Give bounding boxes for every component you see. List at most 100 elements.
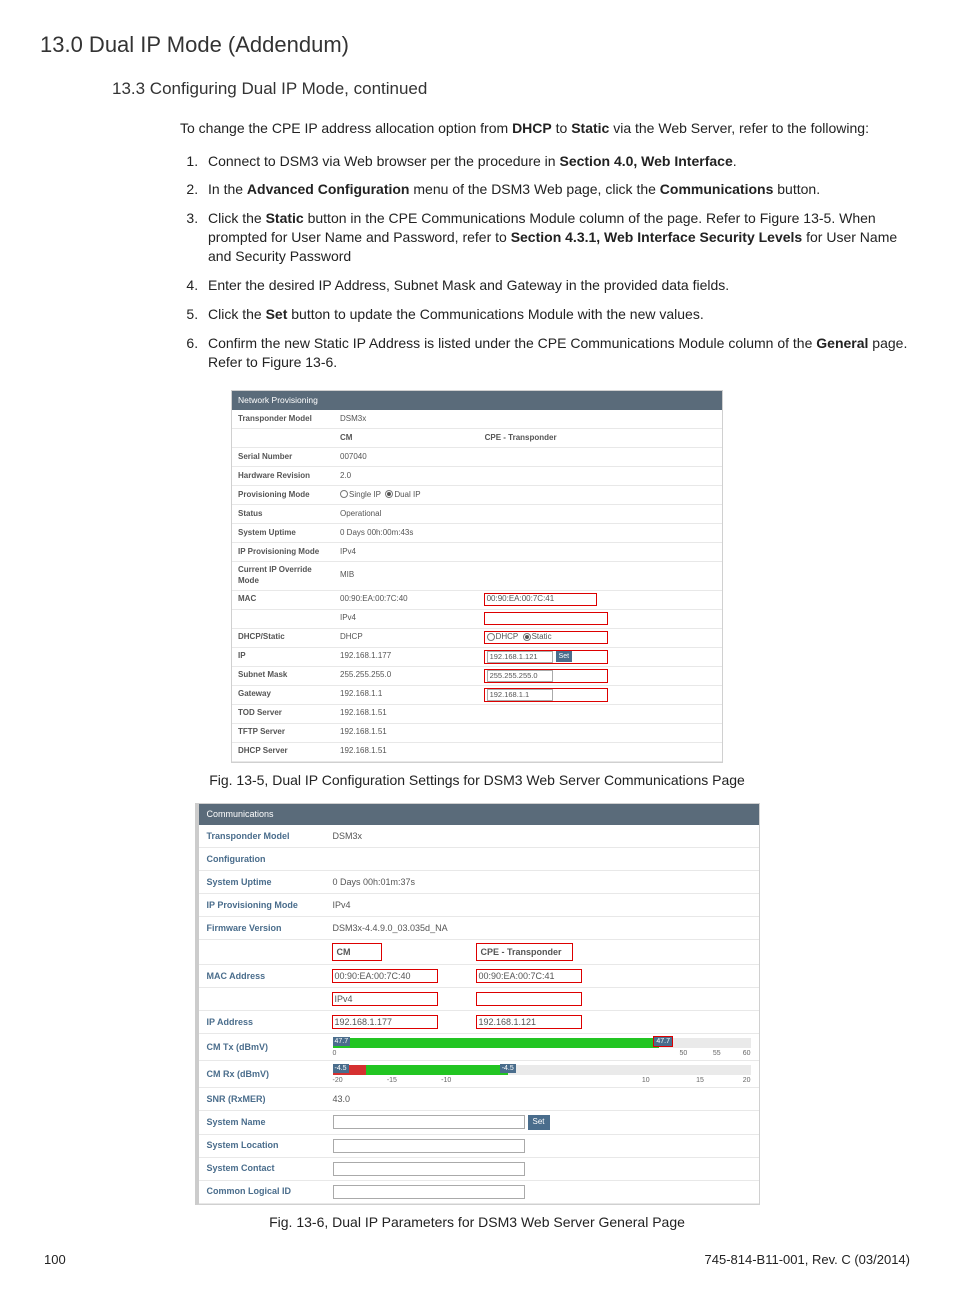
- row-label: DHCP Server: [232, 742, 334, 761]
- highlight-box: 192.168.1.121: [477, 1016, 581, 1028]
- t: button to update the Communications Modu…: [287, 306, 703, 322]
- t: .: [733, 153, 737, 169]
- tick: -15: [387, 1076, 397, 1085]
- row-label: DHCP/Static: [232, 628, 334, 647]
- radio-icon[interactable]: [385, 490, 393, 498]
- row-label: MAC: [232, 590, 334, 609]
- system-location-input[interactable]: [333, 1139, 525, 1153]
- highlight-box: 00:90:EA:00:7C:41: [477, 970, 581, 982]
- t: Static: [266, 210, 304, 226]
- t: button.: [773, 181, 820, 197]
- tx-bar: 47.7 47.7 0 50 55 60: [333, 1038, 751, 1056]
- row-label: Transponder Model: [199, 825, 325, 848]
- cell: 192.168.1.51: [334, 742, 722, 761]
- cell: 00:90:EA:00:7C:41: [487, 594, 595, 603]
- t: to: [552, 120, 571, 136]
- cell: Operational: [334, 505, 722, 524]
- cell: IPv4: [334, 609, 479, 628]
- t: To change the CPE IP address allocation …: [180, 120, 512, 136]
- cell: 0 Days 00h:00m:43s: [334, 524, 722, 543]
- cell: DHCP: [334, 628, 479, 647]
- t: Section 4.0, Web Interface: [559, 153, 732, 169]
- page-footer: 100 745-814-B11-001, Rev. C (03/2014): [40, 1251, 914, 1269]
- tick: -20: [333, 1076, 343, 1085]
- gateway-input[interactable]: 192.168.1.1: [487, 689, 553, 701]
- bar-value: -4.5: [333, 1064, 349, 1073]
- step-4: Enter the desired IP Address, Subnet Mas…: [202, 276, 914, 295]
- t: Static: [571, 120, 609, 136]
- set-button[interactable]: Set: [528, 1115, 550, 1130]
- radio-icon[interactable]: [523, 633, 531, 641]
- cell: 00:90:EA:00:7C:40: [335, 971, 411, 981]
- tick: 50: [679, 1049, 687, 1058]
- cell: 192.168.1.177: [335, 1017, 393, 1027]
- cell: IPv4: [334, 543, 722, 562]
- step-6: Confirm the new Static IP Address is lis…: [202, 334, 914, 372]
- t: In the: [208, 181, 247, 197]
- radio-icon[interactable]: [340, 490, 348, 498]
- row-label: Subnet Mask: [232, 666, 334, 685]
- cell: 2.0: [334, 467, 722, 486]
- row-label: IP Provisioning Mode: [232, 543, 334, 562]
- opt: Static: [532, 632, 552, 641]
- row-label: TOD Server: [232, 704, 334, 723]
- t: Section 4.3.1, Web Interface Security Le…: [511, 229, 803, 245]
- row-label: IP: [232, 647, 334, 666]
- row-label: Serial Number: [232, 448, 334, 467]
- page-number: 100: [44, 1251, 66, 1269]
- col-header: CPE - Transponder: [479, 429, 722, 448]
- highlight-box: [485, 613, 607, 624]
- opt: DHCP: [496, 632, 519, 641]
- set-button[interactable]: Set: [556, 651, 573, 662]
- row-label: IP Address: [199, 1010, 325, 1033]
- highlight-box: 192.168.1.1: [485, 689, 607, 701]
- row-label: TFTP Server: [232, 723, 334, 742]
- row-label: IP Provisioning Mode: [199, 893, 325, 916]
- t: Connect to DSM3 via Web browser per the …: [208, 153, 559, 169]
- cell: 43.0: [325, 1087, 759, 1110]
- t: Communications: [660, 181, 774, 197]
- t: DHCP: [512, 120, 552, 136]
- section-title: 13.3 Configuring Dual IP Mode, continued: [112, 78, 914, 101]
- row-label: Gateway: [232, 685, 334, 704]
- row-label: Current IP Override Mode: [232, 562, 334, 591]
- col-header: CM: [334, 429, 479, 448]
- figure-13-5-panel: Network Provisioning Transponder ModelDS…: [231, 390, 723, 763]
- row-label: Transponder Model: [232, 410, 334, 429]
- cell: IPv4: [335, 994, 353, 1004]
- highlight-box: CM: [333, 944, 381, 960]
- highlight-box: 00:90:EA:00:7C:40: [333, 970, 437, 982]
- t: Advanced Configuration: [247, 181, 410, 197]
- opt: Dual IP: [394, 490, 420, 499]
- panel-header: Communications: [199, 804, 759, 824]
- row-label: Hardware Revision: [232, 467, 334, 486]
- cell: 192.168.1.177: [334, 647, 479, 666]
- highlight-box: 00:90:EA:00:7C:41: [485, 594, 597, 605]
- t: Click the: [208, 210, 266, 226]
- radio-icon[interactable]: [487, 633, 495, 641]
- system-contact-input[interactable]: [333, 1162, 525, 1176]
- t: via the Web Server, refer to the followi…: [609, 120, 869, 136]
- col-header: CPE - Transponder: [481, 947, 562, 957]
- page-title: 13.0 Dual IP Mode (Addendum): [40, 30, 914, 60]
- common-logical-id-input[interactable]: [333, 1185, 525, 1199]
- highlight-box: DHCP Static: [485, 632, 607, 643]
- bar-value: 47.7: [333, 1037, 351, 1046]
- row-label: Provisioning Mode: [232, 486, 334, 505]
- bar-value: -4.5: [500, 1064, 516, 1073]
- figure-13-5-caption: Fig. 13-5, Dual IP Configuration Setting…: [40, 771, 914, 790]
- row-label: Configuration: [199, 847, 325, 870]
- cell: DSM3x: [325, 825, 759, 848]
- opt: Single IP: [349, 490, 381, 499]
- row-label: System Location: [199, 1134, 325, 1157]
- subnet-input[interactable]: 255.255.255.0: [487, 670, 553, 682]
- highlight-box: 192.168.1.121Set: [485, 651, 607, 663]
- row-label: Firmware Version: [199, 916, 325, 939]
- ip-input[interactable]: 192.168.1.121: [487, 651, 553, 663]
- cell: 192.168.1.1: [334, 685, 479, 704]
- row-label: CM Rx (dBmV): [199, 1060, 325, 1087]
- row-label: System Uptime: [232, 524, 334, 543]
- highlight-box: 192.168.1.177: [333, 1016, 437, 1028]
- tick: 60: [743, 1049, 751, 1058]
- system-name-input[interactable]: [333, 1115, 525, 1129]
